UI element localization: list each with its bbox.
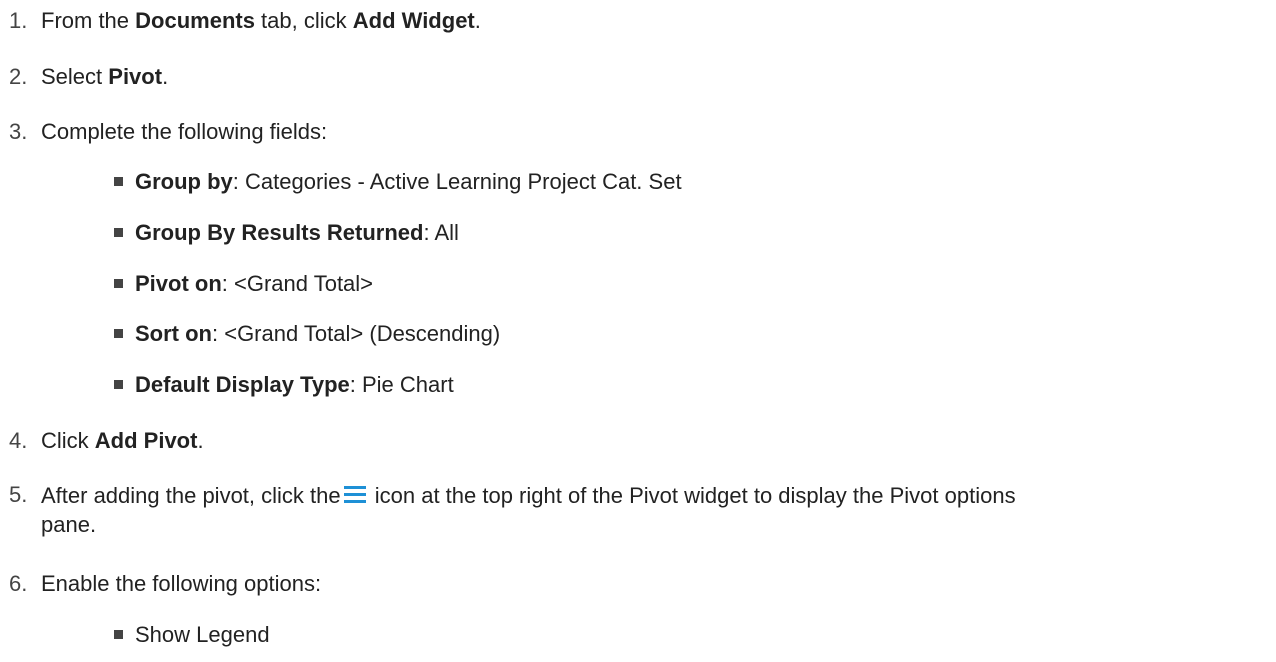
step-number: 5. xyxy=(9,482,28,507)
field-value: : Pie Chart xyxy=(349,372,454,397)
step-number: 4. xyxy=(9,428,28,453)
field-label: Group By Results Returned xyxy=(135,220,424,245)
field-label: Group by xyxy=(135,169,233,194)
step-number: 3. xyxy=(9,119,28,144)
add-widget-ref: Add Widget xyxy=(352,8,475,33)
square-bullet-icon xyxy=(114,228,123,237)
square-bullet-icon xyxy=(114,630,123,639)
square-bullet-icon xyxy=(114,279,123,288)
add-pivot-ref: Add Pivot xyxy=(94,428,198,453)
field-value: : Categories - Active Learning Project C… xyxy=(232,169,682,194)
step-number: 1. xyxy=(9,8,28,33)
step-text: Complete the following fields: xyxy=(41,119,328,144)
field-value: : <Grand Total> (Descending) xyxy=(212,321,501,346)
square-bullet-icon xyxy=(114,177,123,186)
square-bullet-icon xyxy=(114,380,123,389)
instructions-document: 1. From the Documents tab, click Add Wid… xyxy=(0,0,1276,662)
step-text: Enable the following options: xyxy=(41,571,322,596)
field-label: Default Display Type xyxy=(135,372,350,397)
square-bullet-icon xyxy=(114,329,123,338)
documents-tab-ref: Documents xyxy=(135,8,255,33)
step-text: Select Pivot. xyxy=(41,64,169,89)
pivot-ref: Pivot xyxy=(108,64,163,89)
step-text: After adding the pivot, click the icon a… xyxy=(41,483,1016,537)
field-label: Sort on xyxy=(135,321,212,346)
option-label: Show Legend xyxy=(135,622,270,647)
field-value: : All xyxy=(423,220,459,245)
step-number: 2. xyxy=(9,64,28,89)
field-value: : <Grand Total> xyxy=(221,271,374,296)
hamburger-menu-icon xyxy=(343,486,366,504)
field-label: Pivot on xyxy=(135,271,222,296)
step-text: Click Add Pivot. xyxy=(41,428,204,453)
step-text: From the Documents tab, click Add Widget… xyxy=(41,8,481,33)
step-number: 6. xyxy=(9,571,28,596)
